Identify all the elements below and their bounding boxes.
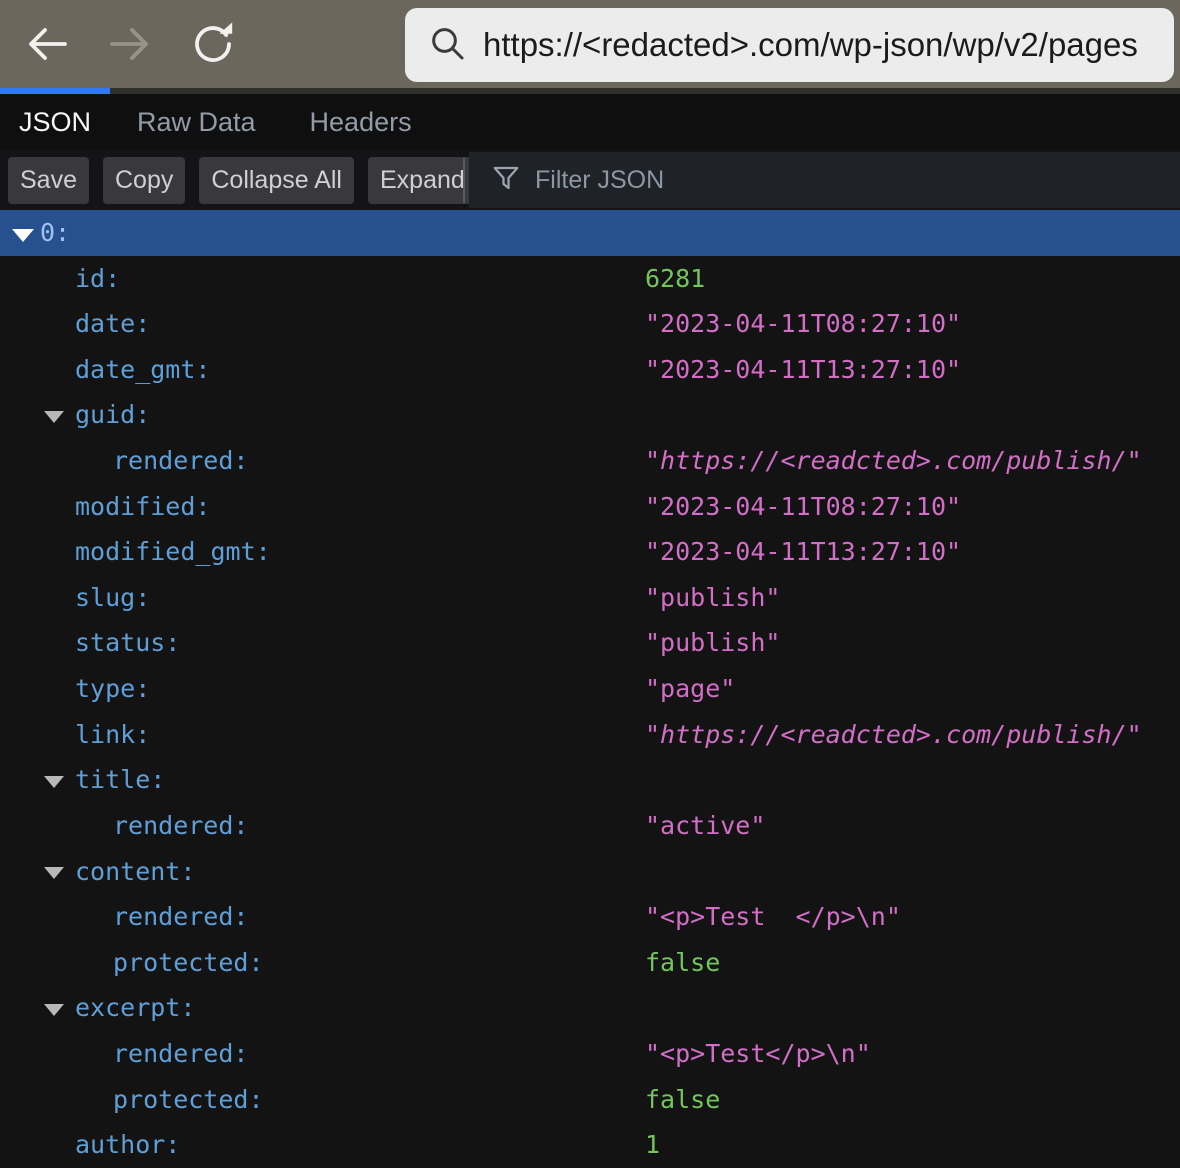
tree-row[interactable]: date: "2023-04-11T08:27:10": [0, 301, 1180, 347]
json-key: rendered:: [113, 894, 248, 940]
json-key: rendered:: [113, 803, 248, 849]
json-key: title:: [75, 757, 165, 803]
json-key: protected:: [113, 1077, 264, 1123]
filter-json-box[interactable]: [469, 152, 1180, 208]
json-value: "2023-04-11T08:27:10": [645, 484, 961, 530]
tab-json[interactable]: JSON: [0, 88, 110, 150]
tree-row[interactable]: guid:: [0, 392, 1180, 438]
json-key: guid:: [75, 392, 150, 438]
tree-row[interactable]: modified_gmt: "2023-04-11T13:27:10": [0, 529, 1180, 575]
json-key: slug:: [75, 575, 150, 621]
tree-row[interactable]: content:: [0, 849, 1180, 895]
json-value: "https://<readcted>.com/publish/": [645, 712, 1142, 758]
reload-icon: [189, 20, 237, 68]
tree-row[interactable]: link: "https://<readcted>.com/publish/": [0, 712, 1180, 758]
json-value: "2023-04-11T13:27:10": [645, 529, 961, 575]
jsonviewer-toolbar: Save Copy Collapse All Expand All: [0, 150, 1180, 210]
forward-button[interactable]: [104, 18, 156, 70]
toolbar-divider: [463, 158, 465, 203]
json-key: rendered:: [113, 1031, 248, 1077]
tree-row[interactable]: slug: "publish": [0, 575, 1180, 621]
tree-row[interactable]: type: "page": [0, 666, 1180, 712]
copy-button[interactable]: Copy: [103, 157, 185, 204]
json-value: "https://<readcted>.com/publish/": [645, 438, 1142, 484]
back-button[interactable]: [21, 18, 73, 70]
reload-button[interactable]: [187, 18, 239, 70]
tree-row-root[interactable]: 0:: [0, 210, 1180, 256]
tree-row[interactable]: author: 1: [0, 1122, 1180, 1168]
json-key: 0:: [40, 210, 70, 256]
json-key: id:: [75, 256, 120, 302]
tree-row[interactable]: protected: false: [0, 1077, 1180, 1123]
json-key: rendered:: [113, 438, 248, 484]
json-value: 6281: [645, 256, 705, 302]
expand-arrow-icon[interactable]: [44, 411, 64, 423]
json-value: "2023-04-11T13:27:10": [645, 347, 961, 393]
tree-row[interactable]: status: "publish": [0, 620, 1180, 666]
tree-row[interactable]: rendered: "<p>Test </p>\n": [0, 894, 1180, 940]
json-key: content:: [75, 849, 195, 895]
json-key: type:: [75, 666, 150, 712]
tree-row[interactable]: modified: "2023-04-11T08:27:10": [0, 484, 1180, 530]
json-key: date:: [75, 301, 150, 347]
json-value: "active": [645, 803, 765, 849]
json-value: "publish": [645, 620, 780, 666]
tree-row[interactable]: rendered: "<p>Test</p>\n": [0, 1031, 1180, 1077]
json-key: author:: [75, 1122, 180, 1168]
tree-row[interactable]: rendered: "active": [0, 803, 1180, 849]
json-value: "<p>Test</p>\n": [645, 1031, 871, 1077]
tree-row[interactable]: excerpt:: [0, 985, 1180, 1031]
save-button[interactable]: Save: [8, 157, 89, 204]
browser-window: JSON Raw Data Headers Save Copy Collapse…: [0, 0, 1180, 1168]
tab-headers[interactable]: Headers: [283, 88, 439, 150]
tree-row[interactable]: rendered: "https://<readcted>.com/publish…: [0, 438, 1180, 484]
json-key: protected:: [113, 940, 264, 986]
json-value: false: [645, 940, 720, 986]
url-input[interactable]: [483, 8, 1174, 82]
json-value: 1: [645, 1122, 660, 1168]
json-tree: 0: id:6281date:"2023-04-11T08:27:10"date…: [0, 210, 1180, 1168]
funnel-filter-icon: [469, 163, 521, 198]
expand-arrow-icon[interactable]: [12, 229, 34, 242]
json-value: "publish": [645, 575, 780, 621]
jsonviewer-tabstrip: JSON Raw Data Headers: [0, 88, 1180, 150]
json-value: "<p>Test </p>\n": [645, 894, 901, 940]
collapse-all-button[interactable]: Collapse All: [199, 157, 354, 204]
json-key: date_gmt:: [75, 347, 210, 393]
expand-arrow-icon[interactable]: [44, 776, 64, 788]
search-magnifier-icon: [405, 23, 467, 68]
json-value: "page": [645, 666, 735, 712]
url-bar[interactable]: [405, 8, 1174, 82]
filter-json-input[interactable]: [535, 166, 1180, 195]
json-value: false: [645, 1077, 720, 1123]
tree-row[interactable]: title:: [0, 757, 1180, 803]
json-key: modified:: [75, 484, 210, 530]
json-value: "2023-04-11T08:27:10": [645, 301, 961, 347]
tree-row[interactable]: protected: false: [0, 940, 1180, 986]
tab-raw-data[interactable]: Raw Data: [110, 88, 283, 150]
json-key: status:: [75, 620, 180, 666]
json-key: modified_gmt:: [75, 529, 271, 575]
browser-toolbar: [0, 0, 1180, 88]
tree-row[interactable]: id: 6281: [0, 256, 1180, 302]
expand-arrow-icon[interactable]: [44, 1004, 64, 1016]
expand-arrow-icon[interactable]: [44, 867, 64, 879]
forward-arrow-icon: [106, 20, 154, 68]
tree-row[interactable]: date_gmt: "2023-04-11T13:27:10": [0, 347, 1180, 393]
json-key: excerpt:: [75, 985, 195, 1031]
json-key: link:: [75, 712, 150, 758]
back-arrow-icon: [23, 20, 71, 68]
